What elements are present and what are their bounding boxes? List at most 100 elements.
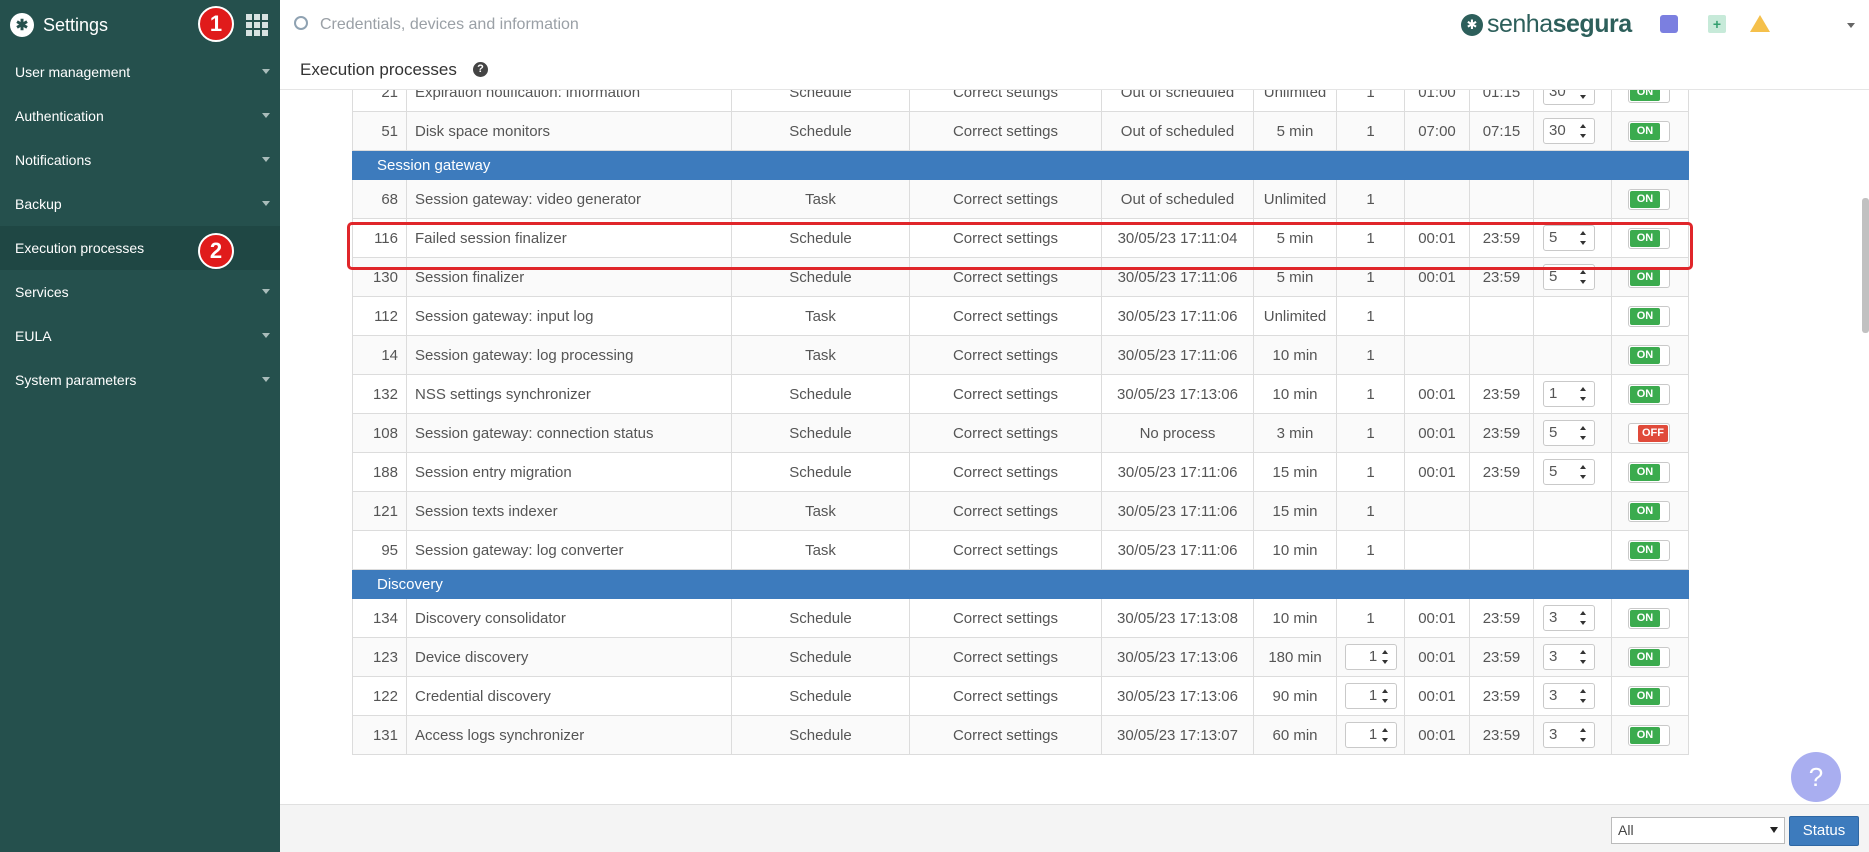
- status-filter-select[interactable]: All: [1611, 817, 1785, 844]
- enable-toggle[interactable]: ON: [1628, 266, 1670, 288]
- stepper-up-icon[interactable]: [1381, 650, 1388, 654]
- stepper-up-icon[interactable]: [1580, 387, 1586, 391]
- lightbulb-icon[interactable]: ?: [1791, 752, 1841, 802]
- number-stepper[interactable]: 3: [1543, 605, 1595, 631]
- sidebar-item-execution-processes[interactable]: Execution processes: [0, 226, 280, 270]
- number-stepper[interactable]: 5: [1543, 264, 1595, 290]
- number-stepper[interactable]: 5: [1543, 459, 1595, 485]
- stepper-up-icon[interactable]: [1580, 689, 1586, 693]
- threads[interactable]: 1: [1533, 374, 1612, 414]
- stepper-down-icon[interactable]: [1580, 134, 1586, 138]
- sidebar-item-services[interactable]: Services: [0, 270, 280, 314]
- number-stepper[interactable]: 3: [1543, 683, 1595, 709]
- stepper-down-icon[interactable]: [1580, 660, 1586, 664]
- toggle-cell[interactable]: ON: [1611, 374, 1689, 414]
- stepper-up-icon[interactable]: [1580, 465, 1586, 469]
- stepper-down-icon[interactable]: [1381, 738, 1388, 742]
- stepper-down-icon[interactable]: [1580, 241, 1586, 245]
- toggle-cell[interactable]: ON: [1611, 491, 1689, 531]
- enable-toggle[interactable]: ON: [1628, 500, 1670, 522]
- enable-toggle[interactable]: ON: [1628, 539, 1670, 561]
- threads[interactable]: 5: [1533, 218, 1612, 258]
- stepper-up-icon[interactable]: [1580, 728, 1586, 732]
- scrollbar[interactable]: [1862, 198, 1869, 333]
- stepper-down-icon[interactable]: [1580, 699, 1586, 703]
- threads[interactable]: 3: [1533, 715, 1612, 755]
- stepper-down-icon[interactable]: [1580, 280, 1586, 284]
- enable-toggle[interactable]: ON: [1628, 120, 1670, 142]
- number-stepper[interactable]: 1: [1344, 722, 1397, 748]
- threads[interactable]: 30: [1533, 111, 1612, 151]
- enable-toggle[interactable]: ON: [1628, 724, 1670, 746]
- number-stepper[interactable]: 1: [1344, 683, 1397, 709]
- sidebar-item-notifications[interactable]: Notifications: [0, 138, 280, 182]
- quantity[interactable]: 1: [1336, 676, 1405, 716]
- threads[interactable]: 5: [1533, 413, 1612, 453]
- stepper-up-icon[interactable]: [1381, 689, 1388, 693]
- enable-toggle[interactable]: ON: [1628, 461, 1670, 483]
- home-icon[interactable]: [1660, 15, 1678, 33]
- stepper-down-icon[interactable]: [1580, 95, 1586, 99]
- sidebar-item-eula[interactable]: EULA: [0, 314, 280, 358]
- stepper-down-icon[interactable]: [1580, 397, 1586, 401]
- number-stepper[interactable]: 1: [1543, 381, 1595, 407]
- enable-toggle[interactable]: ON: [1628, 188, 1670, 210]
- number-stepper[interactable]: 30: [1543, 90, 1595, 105]
- toggle-cell[interactable]: ON: [1611, 296, 1689, 336]
- sidebar-item-backup[interactable]: Backup: [0, 182, 280, 226]
- toggle-cell[interactable]: ON: [1611, 598, 1689, 638]
- threads[interactable]: 3: [1533, 676, 1612, 716]
- number-stepper[interactable]: 5: [1543, 225, 1595, 251]
- threads[interactable]: 5: [1533, 452, 1612, 492]
- sidebar-item-authentication[interactable]: Authentication: [0, 94, 280, 138]
- stepper-down-icon[interactable]: [1580, 475, 1586, 479]
- number-stepper[interactable]: 1: [1344, 644, 1397, 670]
- number-stepper[interactable]: 3: [1543, 644, 1595, 670]
- number-stepper[interactable]: 3: [1543, 722, 1595, 748]
- toggle-cell[interactable]: ON: [1611, 452, 1689, 492]
- toggle-cell[interactable]: ON: [1611, 637, 1689, 677]
- status-button[interactable]: Status: [1789, 816, 1859, 846]
- toggle-cell[interactable]: ON: [1611, 676, 1689, 716]
- search-input[interactable]: [320, 12, 820, 38]
- enable-toggle[interactable]: ON: [1628, 227, 1670, 249]
- quantity[interactable]: 1: [1336, 715, 1405, 755]
- stepper-up-icon[interactable]: [1580, 611, 1586, 615]
- stepper-down-icon[interactable]: [1580, 738, 1586, 742]
- stepper-down-icon[interactable]: [1580, 621, 1586, 625]
- stepper-up-icon[interactable]: [1381, 728, 1388, 732]
- threads[interactable]: 5: [1533, 257, 1612, 297]
- enable-toggle[interactable]: ON: [1628, 90, 1670, 103]
- number-stepper[interactable]: 5: [1543, 420, 1595, 446]
- user-menu-chevron-icon[interactable]: [1847, 23, 1855, 28]
- toggle-cell[interactable]: ON: [1611, 111, 1689, 151]
- toggle-cell[interactable]: ON: [1611, 257, 1689, 297]
- enable-toggle[interactable]: ON: [1628, 685, 1670, 707]
- threads[interactable]: 3: [1533, 598, 1612, 638]
- number-stepper[interactable]: 30: [1543, 118, 1595, 144]
- toggle-cell[interactable]: ON: [1611, 530, 1689, 570]
- stepper-up-icon[interactable]: [1580, 650, 1586, 654]
- quantity[interactable]: 1: [1336, 637, 1405, 677]
- toggle-cell[interactable]: ON: [1611, 179, 1689, 219]
- enable-toggle[interactable]: ON: [1628, 607, 1670, 629]
- stepper-up-icon[interactable]: [1580, 124, 1586, 128]
- stepper-down-icon[interactable]: [1381, 660, 1388, 664]
- stepper-up-icon[interactable]: [1580, 270, 1586, 274]
- enable-toggle[interactable]: ON: [1628, 646, 1670, 668]
- enable-toggle[interactable]: ON: [1628, 344, 1670, 366]
- toggle-cell[interactable]: ON: [1611, 218, 1689, 258]
- toggle-cell[interactable]: ON: [1611, 90, 1689, 112]
- sidebar-item-user-management[interactable]: User management: [0, 50, 280, 94]
- stepper-down-icon[interactable]: [1580, 436, 1586, 440]
- stepper-down-icon[interactable]: [1381, 699, 1388, 703]
- enable-toggle[interactable]: ON: [1628, 383, 1670, 405]
- enable-toggle[interactable]: ON: [1628, 305, 1670, 327]
- toggle-cell[interactable]: OFF: [1611, 413, 1689, 453]
- toggle-cell[interactable]: ON: [1611, 335, 1689, 375]
- sidebar-item-system-parameters[interactable]: System parameters: [0, 358, 280, 402]
- help-icon[interactable]: ?: [473, 62, 488, 77]
- threads[interactable]: 3: [1533, 637, 1612, 677]
- toggle-cell[interactable]: ON: [1611, 715, 1689, 755]
- add-document-icon[interactable]: +: [1708, 15, 1726, 33]
